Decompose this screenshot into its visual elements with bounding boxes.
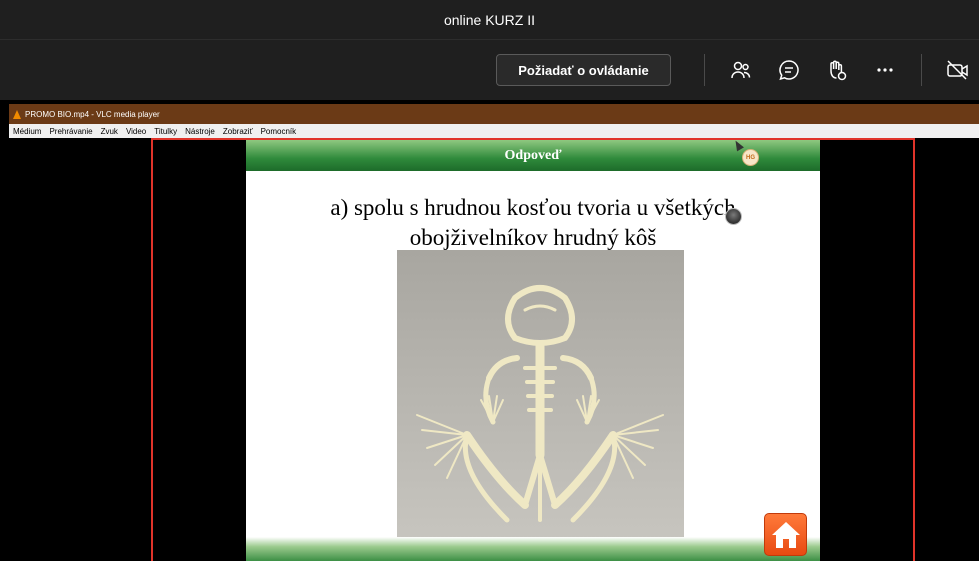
home-icon <box>771 521 800 548</box>
home-button[interactable] <box>764 513 807 556</box>
participant-photo-avatar <box>725 208 742 225</box>
chat-icon[interactable] <box>777 58 801 82</box>
window-titlebar: online KURZ II <box>0 0 979 40</box>
vlc-menu-item-medium[interactable]: Médium <box>13 127 41 136</box>
slide-header-title: Odpoveď <box>504 147 562 163</box>
meeting-toolbar: Požiadať o ovládanie <box>0 40 979 100</box>
presentation-slide: Odpoveď HG a) spolu s hrudnou kosťou tvo… <box>246 140 820 561</box>
camera-off-icon[interactable] <box>946 58 970 82</box>
frog-skeleton-image <box>397 250 684 541</box>
avatar-initials: HG <box>746 154 755 161</box>
toolbar-divider <box>704 54 705 86</box>
vlc-menu-item-audio[interactable]: Zvuk <box>101 127 118 136</box>
more-icon[interactable] <box>873 58 897 82</box>
answer-line-2: obojživelníkov hrudný kôš <box>409 225 657 250</box>
vlc-menu-item-view[interactable]: Zobraziť <box>223 127 253 136</box>
vlc-menu-item-tools[interactable]: Nástroje <box>185 127 215 136</box>
window-title: online KURZ II <box>443 11 536 28</box>
vlc-menubar: Médium Prehrávanie Zvuk Video Titulky Ná… <box>9 124 979 138</box>
people-icon[interactable] <box>729 58 753 82</box>
request-control-button[interactable]: Požiadať o ovládanie <box>496 54 671 86</box>
raise-hand-icon[interactable] <box>825 58 849 82</box>
vlc-titlebar: PROMO BIO.mp4 - VLC media player <box>9 104 979 124</box>
participant-avatar: HG <box>742 149 759 166</box>
vlc-menu-item-help[interactable]: Pomocník <box>261 127 297 136</box>
toolbar-divider <box>921 54 922 86</box>
vlc-menu-item-video[interactable]: Video <box>126 127 146 136</box>
vlc-menu-item-playback[interactable]: Prehrávanie <box>49 127 92 136</box>
vlc-window-title: PROMO BIO.mp4 - VLC media player <box>25 109 160 119</box>
slide-footer-bar <box>246 537 820 561</box>
vlc-cone-icon <box>13 109 21 119</box>
vlc-menu-item-subtitles[interactable]: Titulky <box>154 127 177 136</box>
